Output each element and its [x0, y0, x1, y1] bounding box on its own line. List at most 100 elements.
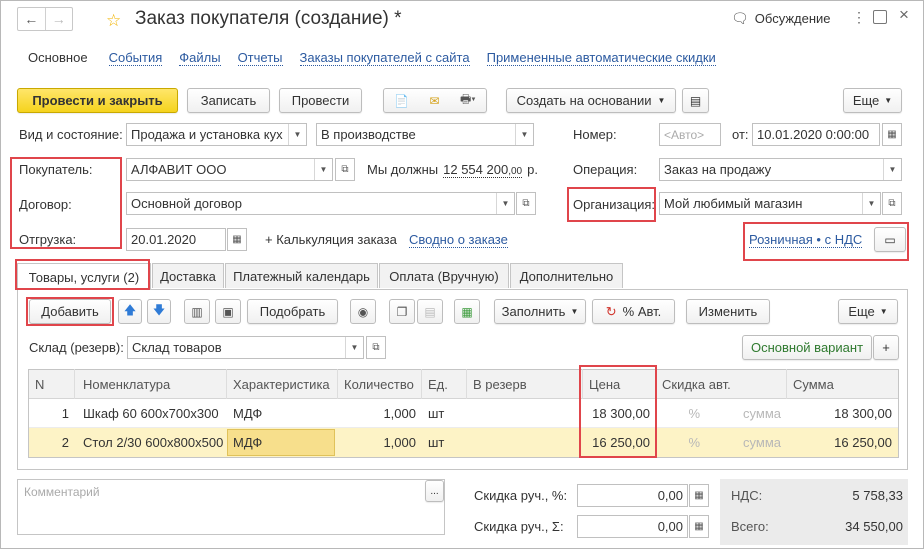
add-variant-button[interactable]: + — [873, 335, 899, 360]
warehouse-field[interactable]: Склад товаров ▼ — [127, 336, 364, 359]
post-and-close-button[interactable]: Провести и закрыть — [17, 88, 178, 113]
col-quantity[interactable]: Количество — [338, 369, 422, 399]
discussion-label: Обсуждение — [754, 11, 831, 26]
number-label: Номер: — [573, 127, 617, 142]
discussion-button[interactable]: 🗨 Обсуждение — [731, 10, 831, 27]
calculator-icon[interactable]: ▦ — [689, 484, 709, 507]
shipment-date-field[interactable]: 20.01.2020 — [126, 228, 226, 251]
tab-payment-calendar[interactable]: Платежный календарь — [225, 263, 378, 288]
fill-button[interactable]: Заполнить ▼ — [494, 299, 586, 324]
chevron-down-icon[interactable]: ▼ — [883, 159, 901, 180]
auto-discount-button[interactable]: ↻ % Авт. — [592, 299, 675, 324]
goods-more-button[interactable]: Еще ▼ — [838, 299, 898, 324]
printer-icon[interactable]: 🖶▾ — [460, 90, 476, 111]
section-site-orders[interactable]: Заказы покупателей с сайта — [299, 50, 470, 66]
favorite-star-icon[interactable]: ☆ — [106, 11, 121, 31]
chevron-down-icon[interactable]: ▼ — [345, 337, 363, 358]
org-label: Организация: — [573, 197, 656, 212]
row-quantity: 1,000 — [383, 435, 416, 450]
back-arrow-icon[interactable]: ← — [18, 8, 45, 30]
chevron-down-icon[interactable]: ▼ — [314, 159, 332, 180]
open-link-icon[interactable]: ⧉ — [366, 336, 386, 359]
debt-link[interactable]: 12 554 200,00 — [443, 162, 523, 178]
manual-discount-sum-field[interactable]: 0,00 — [577, 515, 688, 538]
forward-arrow-icon[interactable]: → — [44, 8, 73, 30]
row-discount-pct: % — [688, 406, 700, 421]
section-files[interactable]: Файлы — [179, 50, 221, 66]
data-collector-icon[interactable]: ▣ — [215, 299, 241, 324]
date-field[interactable]: 10.01.2020 0:00:00 — [752, 123, 880, 146]
change-button[interactable]: Изменить — [686, 299, 770, 324]
eye-icon[interactable]: ◉ — [350, 299, 376, 324]
org-field[interactable]: Мой любимый магазин ▼ — [659, 192, 881, 215]
section-auto-discounts[interactable]: Примененные автоматические скидки — [486, 50, 716, 66]
card-icon[interactable]: ▭ — [874, 227, 906, 252]
col-item[interactable]: Номенклатура — [77, 369, 227, 399]
select-button[interactable]: Подобрать — [247, 299, 338, 324]
manual-discount-pct-label: Скидка руч., %: — [474, 488, 568, 503]
report-icon[interactable]: ▤ — [682, 88, 709, 113]
calculator-icon[interactable]: ▦ — [689, 515, 709, 538]
contract-value: Основной договор — [131, 196, 242, 211]
add-button[interactable]: Добавить — [29, 299, 111, 324]
section-main[interactable]: Основное — [28, 50, 88, 66]
nav-buttons: ← → — [17, 7, 73, 31]
create-based-on-button[interactable]: Создать на основании ▼ — [506, 88, 676, 113]
manual-discount-pct-field[interactable]: 0,00 — [577, 484, 688, 507]
col-price[interactable]: Цена — [583, 369, 656, 399]
barcode-icon[interactable]: ▥ — [184, 299, 210, 324]
row-characteristic: МДФ — [233, 406, 263, 421]
open-link-icon[interactable]: ⧉ — [516, 192, 536, 215]
vat-label: НДС: — [731, 488, 763, 503]
save-button[interactable]: Записать — [187, 88, 270, 113]
section-events[interactable]: События — [108, 50, 163, 66]
price-type-link[interactable]: Розничная • с НДС — [749, 232, 863, 248]
tab-payment-manual[interactable]: Оплата (Вручную) — [379, 263, 509, 288]
kind-field[interactable]: Продажа и установка кух ▼ — [126, 123, 307, 146]
operation-field[interactable]: Заказ на продажу ▼ — [659, 158, 902, 181]
more-options-icon[interactable]: ⋮ — [852, 9, 866, 26]
col-characteristic[interactable]: Характеристика — [227, 369, 338, 399]
post-button[interactable]: Провести — [279, 88, 362, 113]
chevron-down-icon[interactable]: ▼ — [515, 124, 533, 145]
copy-icon[interactable]: ❐ — [389, 299, 415, 324]
close-icon[interactable]: × — [899, 5, 909, 25]
summary-link[interactable]: Сводно о заказе — [409, 232, 508, 248]
calculation-link[interactable]: + Калькуляция заказа — [265, 232, 397, 247]
contract-field[interactable]: Основной договор ▼ — [126, 192, 515, 215]
chevron-down-icon[interactable]: ▼ — [496, 193, 514, 214]
debt-info: Мы должны 12 554 200,00 р. — [367, 162, 538, 178]
table-icon[interactable]: ▦ — [454, 299, 480, 324]
tab-additional[interactable]: Дополнительно — [510, 263, 623, 288]
calendar-icon[interactable]: ▦ — [227, 228, 247, 251]
tab-goods[interactable]: Товары, услуги (2) — [17, 263, 151, 290]
chevron-down-icon[interactable]: ▼ — [288, 124, 306, 145]
col-unit[interactable]: Ед. — [422, 369, 467, 399]
chevron-down-icon[interactable]: ▼ — [862, 193, 880, 214]
col-reserve[interactable]: В резерв — [467, 369, 583, 399]
chevron-down-icon: ▼ — [570, 307, 579, 316]
col-n[interactable]: N — [29, 369, 75, 399]
maximize-icon[interactable] — [873, 10, 887, 24]
number-field[interactable]: <Авто> — [659, 123, 721, 146]
document-clock-icon[interactable]: 📄 — [394, 94, 409, 108]
tab-delivery[interactable]: Доставка — [152, 263, 224, 288]
col-auto-discount[interactable]: Скидка авт. — [656, 369, 787, 399]
envelope-icon[interactable]: ✉ — [430, 94, 440, 108]
open-link-icon[interactable]: ⧉ — [882, 192, 902, 215]
main-variant-button[interactable]: Основной вариант — [742, 335, 872, 360]
more-button[interactable]: Еще ▼ — [843, 88, 902, 113]
state-field[interactable]: В производстве ▼ — [316, 123, 534, 146]
vat-value: 5 758,33 — [852, 488, 903, 503]
customer-field[interactable]: АЛФАВИТ ООО ▼ — [126, 158, 333, 181]
move-up-icon[interactable]: 🡅 — [118, 299, 142, 324]
debt-amount: 12 554 200 — [443, 162, 509, 177]
comment-field[interactable]: Комментарий — [17, 479, 445, 535]
calendar-icon[interactable]: ▦ — [882, 123, 902, 146]
open-link-icon[interactable]: ⧉ — [335, 158, 355, 181]
paste-icon[interactable]: ▤ — [417, 299, 443, 324]
move-down-icon[interactable]: 🡇 — [147, 299, 171, 324]
section-reports[interactable]: Отчеты — [237, 50, 283, 66]
col-sum[interactable]: Сумма — [787, 369, 898, 399]
ellipsis-icon[interactable]: ... — [425, 480, 444, 502]
